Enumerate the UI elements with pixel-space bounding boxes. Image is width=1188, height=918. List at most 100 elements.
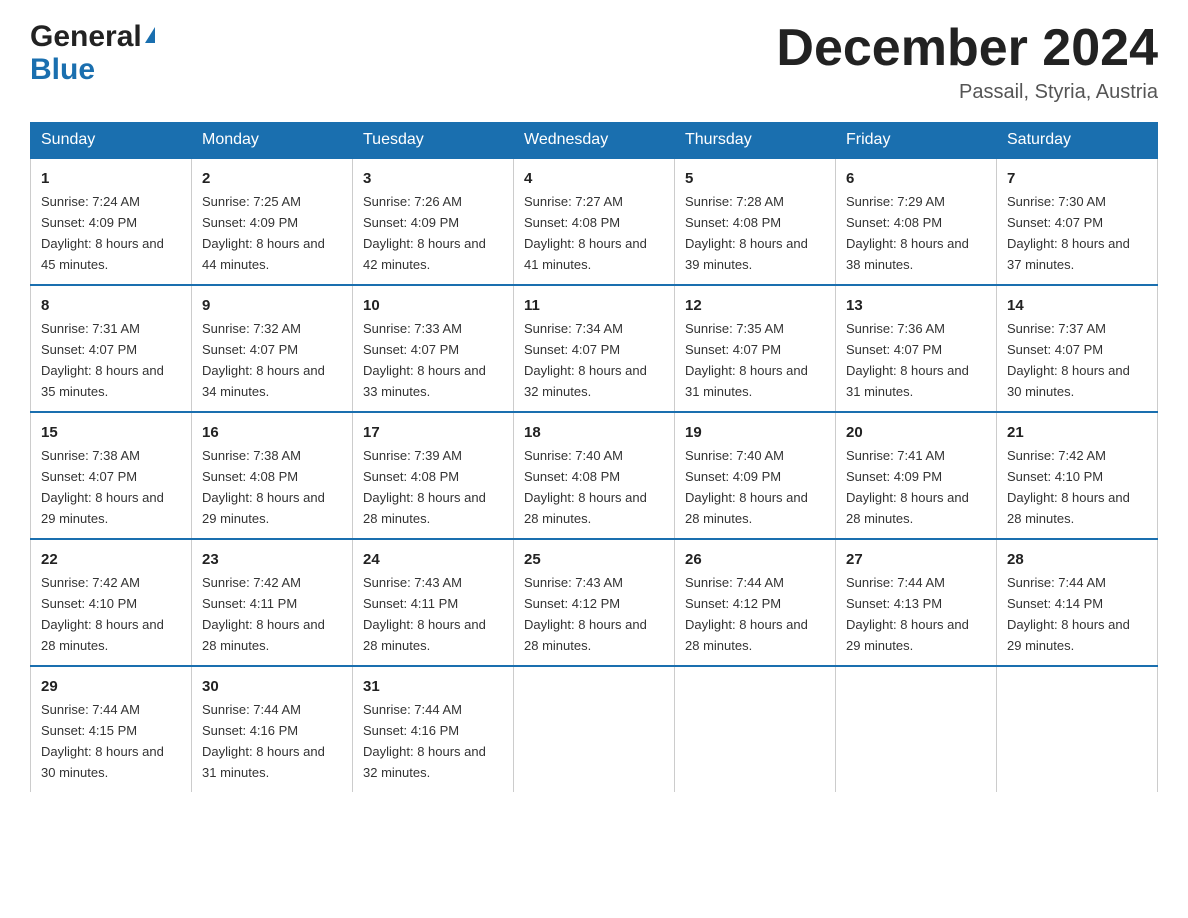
calendar-cell-2-0: 15Sunrise: 7:38 AMSunset: 4:07 PMDayligh…: [31, 412, 192, 539]
calendar-cell-3-6: 28 Sunrise: 7:44 AMSunset: 4:14 PMDayligh…: [997, 539, 1158, 666]
calendar-header-row: Sunday Monday Tuesday Wednesday Thursday…: [31, 123, 1158, 159]
day-number: 25: [524, 548, 664, 571]
sunrise-text: Sunrise: 7:32 AMSunset: 4:07 PMDaylight:…: [202, 321, 325, 399]
day-number: 20: [846, 421, 986, 444]
day-number: 30: [202, 675, 342, 698]
week-row-3: 15Sunrise: 7:38 AMSunset: 4:07 PMDayligh…: [31, 412, 1158, 539]
calendar-cell-3-2: 24 Sunrise: 7:43 AMSunset: 4:11 PMDayligh…: [353, 539, 514, 666]
day-number: 31: [363, 675, 503, 698]
day-number: 3: [363, 167, 503, 190]
sunrise-text: Sunrise: 7:42 AMSunset: 4:10 PMDaylight:…: [1007, 448, 1130, 526]
sunrise-text: Sunrise: 7:34 AMSunset: 4:07 PMDaylight:…: [524, 321, 647, 399]
calendar-cell-4-6: [997, 666, 1158, 792]
sunrise-text: Sunrise: 7:44 AMSunset: 4:16 PMDaylight:…: [202, 702, 325, 780]
day-number: 9: [202, 294, 342, 317]
calendar-cell-2-1: 16Sunrise: 7:38 AMSunset: 4:08 PMDayligh…: [192, 412, 353, 539]
col-thursday: Thursday: [675, 123, 836, 159]
calendar-cell-1-5: 13 Sunrise: 7:36 AMSunset: 4:07 PMDayligh…: [836, 285, 997, 412]
sunrise-text: Sunrise: 7:28 AMSunset: 4:08 PMDaylight:…: [685, 194, 808, 272]
calendar-cell-0-6: 7 Sunrise: 7:30 AMSunset: 4:07 PMDaylight…: [997, 158, 1158, 285]
day-number: 18: [524, 421, 664, 444]
sunrise-text: Sunrise: 7:41 AMSunset: 4:09 PMDaylight:…: [846, 448, 969, 526]
day-number: 29: [41, 675, 181, 698]
sunrise-text: Sunrise: 7:26 AMSunset: 4:09 PMDaylight:…: [363, 194, 486, 272]
sunrise-text: Sunrise: 7:29 AMSunset: 4:08 PMDaylight:…: [846, 194, 969, 272]
day-number: 28: [1007, 548, 1147, 571]
sunrise-text: Sunrise: 7:44 AMSunset: 4:12 PMDaylight:…: [685, 575, 808, 653]
calendar-cell-4-4: [675, 666, 836, 792]
sunrise-text: Sunrise: 7:39 AMSunset: 4:08 PMDaylight:…: [363, 448, 486, 526]
calendar-cell-2-5: 20 Sunrise: 7:41 AMSunset: 4:09 PMDayligh…: [836, 412, 997, 539]
col-wednesday: Wednesday: [514, 123, 675, 159]
title-block: December 2024 Passail, Styria, Austria: [776, 20, 1158, 104]
calendar-cell-2-2: 17 Sunrise: 7:39 AMSunset: 4:08 PMDayligh…: [353, 412, 514, 539]
calendar-cell-2-4: 19 Sunrise: 7:40 AMSunset: 4:09 PMDayligh…: [675, 412, 836, 539]
sunrise-text: Sunrise: 7:40 AMSunset: 4:09 PMDaylight:…: [685, 448, 808, 526]
week-row-5: 29Sunrise: 7:44 AMSunset: 4:15 PMDayligh…: [31, 666, 1158, 792]
col-saturday: Saturday: [997, 123, 1158, 159]
day-number: 22: [41, 548, 181, 571]
day-number: 16: [202, 421, 342, 444]
sunrise-text: Sunrise: 7:42 AMSunset: 4:11 PMDaylight:…: [202, 575, 325, 653]
sunrise-text: Sunrise: 7:38 AMSunset: 4:07 PMDaylight:…: [41, 448, 164, 526]
calendar-cell-4-0: 29Sunrise: 7:44 AMSunset: 4:15 PMDayligh…: [31, 666, 192, 792]
day-number: 13: [846, 294, 986, 317]
calendar-cell-1-6: 14 Sunrise: 7:37 AMSunset: 4:07 PMDayligh…: [997, 285, 1158, 412]
sunrise-text: Sunrise: 7:36 AMSunset: 4:07 PMDaylight:…: [846, 321, 969, 399]
calendar-cell-1-2: 10Sunrise: 7:33 AMSunset: 4:07 PMDayligh…: [353, 285, 514, 412]
day-number: 27: [846, 548, 986, 571]
calendar-cell-4-1: 30 Sunrise: 7:44 AMSunset: 4:16 PMDayligh…: [192, 666, 353, 792]
day-number: 11: [524, 294, 664, 317]
calendar-cell-1-1: 9 Sunrise: 7:32 AMSunset: 4:07 PMDaylight…: [192, 285, 353, 412]
sunrise-text: Sunrise: 7:33 AMSunset: 4:07 PMDaylight:…: [363, 321, 486, 399]
day-number: 21: [1007, 421, 1147, 444]
sunrise-text: Sunrise: 7:43 AMSunset: 4:11 PMDaylight:…: [363, 575, 486, 653]
day-number: 23: [202, 548, 342, 571]
sunrise-text: Sunrise: 7:44 AMSunset: 4:13 PMDaylight:…: [846, 575, 969, 653]
calendar-cell-0-1: 2 Sunrise: 7:25 AMSunset: 4:09 PMDaylight…: [192, 158, 353, 285]
day-number: 14: [1007, 294, 1147, 317]
sunrise-text: Sunrise: 7:27 AMSunset: 4:08 PMDaylight:…: [524, 194, 647, 272]
day-number: 8: [41, 294, 181, 317]
page-header: General Blue December 2024 Passail, Styr…: [30, 20, 1158, 104]
sunrise-text: Sunrise: 7:37 AMSunset: 4:07 PMDaylight:…: [1007, 321, 1130, 399]
calendar-cell-1-3: 11 Sunrise: 7:34 AMSunset: 4:07 PMDayligh…: [514, 285, 675, 412]
calendar-cell-0-4: 5 Sunrise: 7:28 AMSunset: 4:08 PMDaylight…: [675, 158, 836, 285]
week-row-2: 8 Sunrise: 7:31 AMSunset: 4:07 PMDaylight…: [31, 285, 1158, 412]
sunrise-text: Sunrise: 7:31 AMSunset: 4:07 PMDaylight:…: [41, 321, 164, 399]
calendar-cell-3-3: 25 Sunrise: 7:43 AMSunset: 4:12 PMDayligh…: [514, 539, 675, 666]
sunrise-text: Sunrise: 7:25 AMSunset: 4:09 PMDaylight:…: [202, 194, 325, 272]
sunrise-text: Sunrise: 7:30 AMSunset: 4:07 PMDaylight:…: [1007, 194, 1130, 272]
calendar-cell-1-4: 12 Sunrise: 7:35 AMSunset: 4:07 PMDayligh…: [675, 285, 836, 412]
day-number: 7: [1007, 167, 1147, 190]
calendar-cell-0-5: 6 Sunrise: 7:29 AMSunset: 4:08 PMDaylight…: [836, 158, 997, 285]
calendar-cell-3-1: 23 Sunrise: 7:42 AMSunset: 4:11 PMDayligh…: [192, 539, 353, 666]
calendar-cell-3-5: 27 Sunrise: 7:44 AMSunset: 4:13 PMDayligh…: [836, 539, 997, 666]
logo-general-text: General: [30, 20, 142, 53]
day-number: 6: [846, 167, 986, 190]
sunrise-text: Sunrise: 7:35 AMSunset: 4:07 PMDaylight:…: [685, 321, 808, 399]
calendar-cell-4-3: [514, 666, 675, 792]
col-tuesday: Tuesday: [353, 123, 514, 159]
day-number: 5: [685, 167, 825, 190]
day-number: 19: [685, 421, 825, 444]
day-number: 1: [41, 167, 181, 190]
month-title: December 2024: [776, 20, 1158, 77]
calendar-cell-3-4: 26Sunrise: 7:44 AMSunset: 4:12 PMDayligh…: [675, 539, 836, 666]
sunrise-text: Sunrise: 7:44 AMSunset: 4:14 PMDaylight:…: [1007, 575, 1130, 653]
sunrise-text: Sunrise: 7:24 AMSunset: 4:09 PMDaylight:…: [41, 194, 164, 272]
day-number: 17: [363, 421, 503, 444]
day-number: 12: [685, 294, 825, 317]
day-number: 2: [202, 167, 342, 190]
calendar-cell-3-0: 22Sunrise: 7:42 AMSunset: 4:10 PMDayligh…: [31, 539, 192, 666]
sunrise-text: Sunrise: 7:43 AMSunset: 4:12 PMDaylight:…: [524, 575, 647, 653]
logo-blue-text: Blue: [30, 53, 95, 86]
calendar-cell-2-3: 18Sunrise: 7:40 AMSunset: 4:08 PMDayligh…: [514, 412, 675, 539]
week-row-4: 22Sunrise: 7:42 AMSunset: 4:10 PMDayligh…: [31, 539, 1158, 666]
sunrise-text: Sunrise: 7:44 AMSunset: 4:16 PMDaylight:…: [363, 702, 486, 780]
week-row-1: 1 Sunrise: 7:24 AMSunset: 4:09 PMDaylight…: [31, 158, 1158, 285]
day-number: 24: [363, 548, 503, 571]
location-text: Passail, Styria, Austria: [776, 81, 1158, 104]
calendar-cell-0-3: 4Sunrise: 7:27 AMSunset: 4:08 PMDaylight…: [514, 158, 675, 285]
logo-triangle-icon: [145, 27, 155, 43]
